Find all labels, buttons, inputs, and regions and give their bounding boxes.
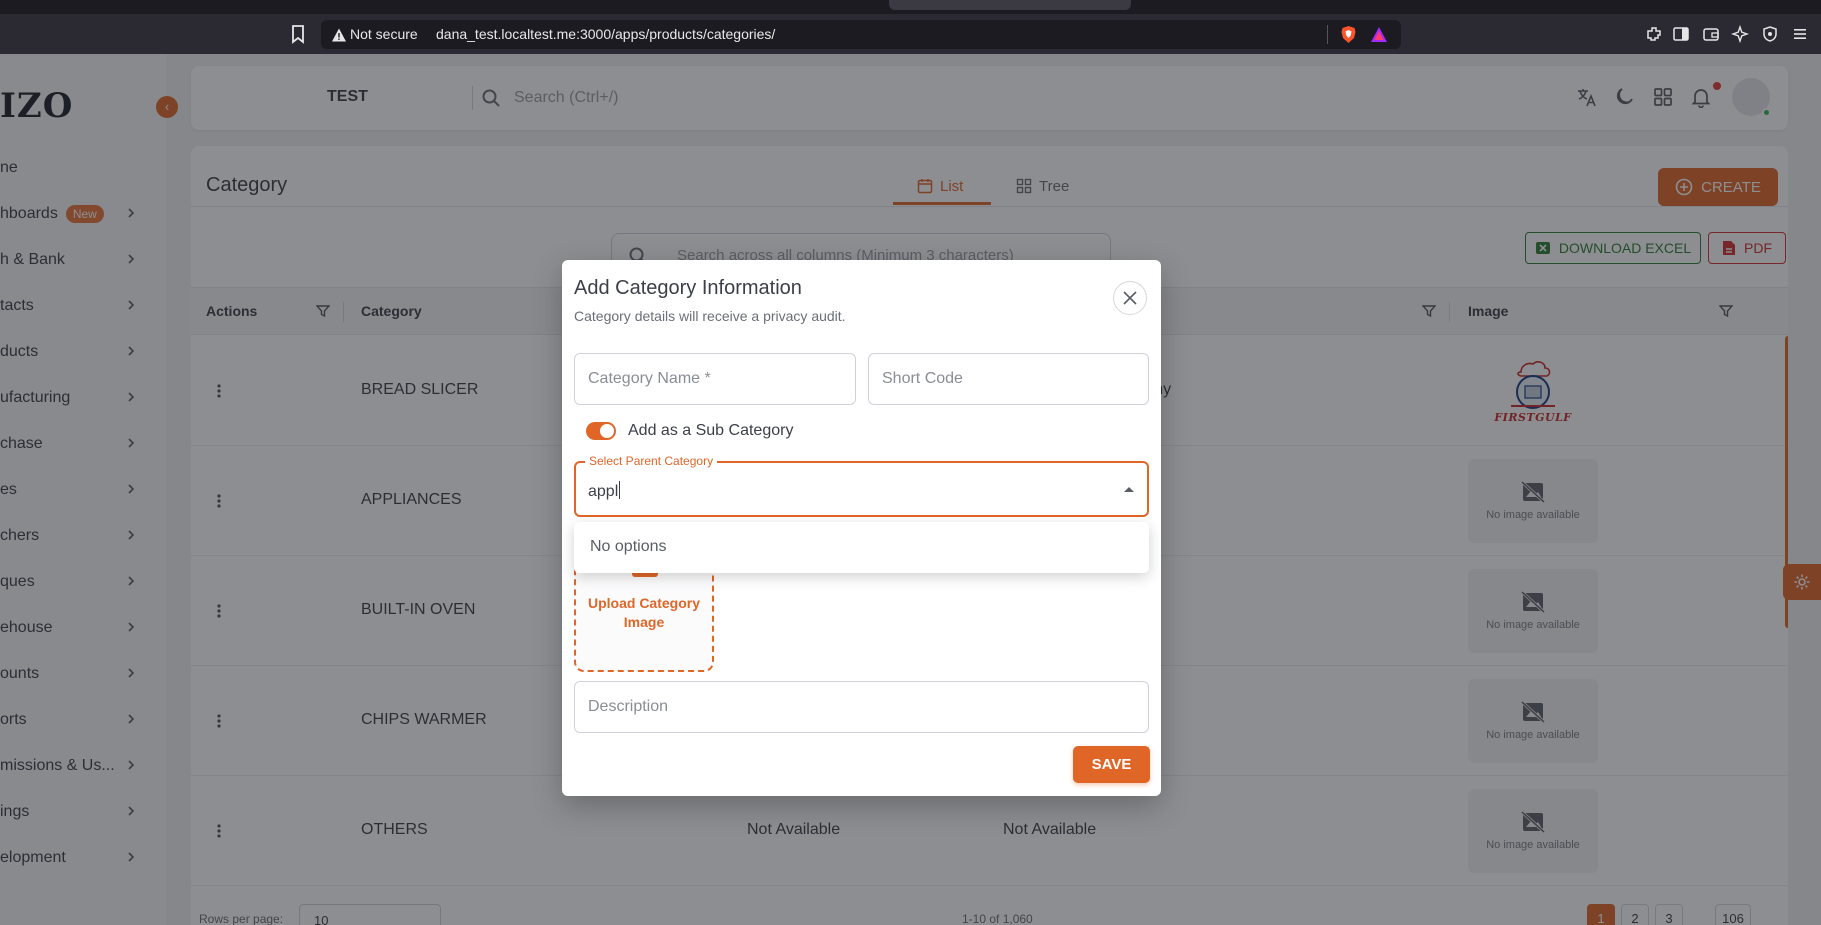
- sidebar-toggle-icon[interactable]: [1672, 25, 1690, 43]
- browser-toolbar: Not secure dana_test.localtest.me:3000/a…: [0, 14, 1821, 54]
- menu-icon[interactable]: [1791, 25, 1809, 43]
- parent-category-value: appl: [588, 483, 619, 500]
- add-category-dialog: Add Category Information Category detail…: [562, 260, 1161, 796]
- chevron-up-icon[interactable]: [1124, 487, 1134, 492]
- sub-category-toggle[interactable]: [586, 422, 616, 440]
- url-text[interactable]: dana_test.localtest.me:3000/apps/product…: [436, 26, 775, 42]
- browser-active-tab[interactable]: [889, 0, 1131, 10]
- sub-category-toggle-label: Add as a Sub Category: [628, 422, 794, 439]
- category-name-placeholder: Category Name *: [588, 370, 711, 387]
- description-field[interactable]: Description: [574, 681, 1149, 733]
- parent-category-input[interactable]: appl: [588, 481, 621, 501]
- parent-category-dropdown: No options: [574, 522, 1149, 573]
- close-icon: [1123, 291, 1137, 305]
- close-button[interactable]: [1113, 281, 1147, 315]
- description-placeholder: Description: [588, 698, 669, 715]
- dialog-title: Add Category Information: [574, 277, 802, 299]
- category-name-field[interactable]: Category Name *: [574, 353, 856, 405]
- dialog-subtitle: Category details will receive a privacy …: [574, 308, 846, 324]
- brave-rewards-icon[interactable]: [1370, 26, 1388, 43]
- parent-category-label: Select Parent Category: [585, 454, 718, 468]
- parent-category-select[interactable]: Select Parent Category appl: [574, 454, 1149, 517]
- warning-icon[interactable]: [331, 27, 347, 43]
- extensions-icon[interactable]: [1645, 25, 1663, 43]
- urlbar-divider: [1327, 25, 1328, 44]
- short-code-placeholder: Short Code: [882, 370, 963, 387]
- wallet-icon[interactable]: [1702, 25, 1720, 43]
- brave-shields-icon[interactable]: [1339, 25, 1358, 44]
- vpn-shield-icon[interactable]: [1761, 25, 1779, 43]
- save-button[interactable]: SAVE: [1073, 746, 1150, 783]
- address-bar[interactable]: Not secure dana_test.localtest.me:3000/a…: [321, 20, 1401, 49]
- text-caret: [619, 481, 621, 499]
- security-label: Not secure: [350, 26, 418, 42]
- upload-image-label: Upload Category Image: [587, 595, 700, 630]
- toggle-knob: [600, 424, 614, 438]
- short-code-field[interactable]: Short Code: [868, 353, 1149, 405]
- browser-tab-strip: [0, 0, 1821, 14]
- no-options-text: No options: [590, 538, 667, 555]
- bookmark-icon[interactable]: [289, 24, 307, 44]
- leo-ai-icon[interactable]: [1731, 25, 1749, 43]
